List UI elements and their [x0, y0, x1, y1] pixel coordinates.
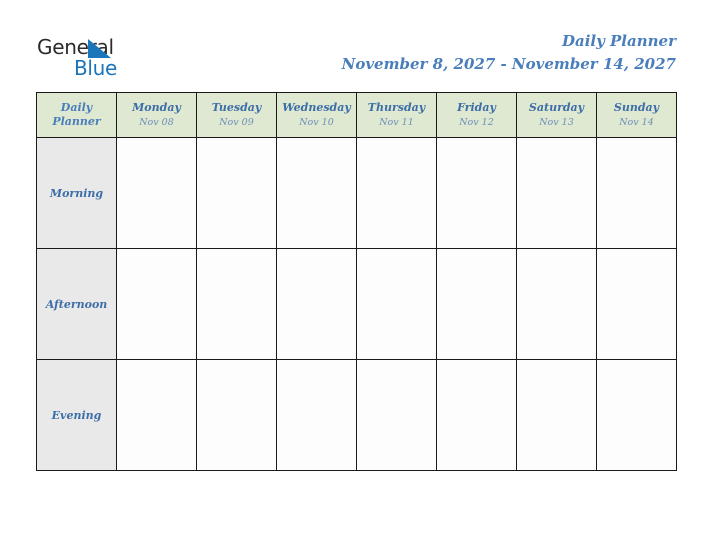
- planner-cell-morning-monday[interactable]: [116, 137, 197, 249]
- planner-cell-morning-thursday[interactable]: [356, 137, 437, 249]
- day-date-label: Nov 14: [619, 116, 654, 128]
- day-header-monday: Monday Nov 08: [116, 92, 197, 138]
- slot-label-text: Morning: [49, 187, 104, 200]
- table-header-row: Daily Planner Monday Nov 08 Tuesday Nov …: [36, 92, 677, 138]
- day-header-saturday: Saturday Nov 13: [516, 92, 597, 138]
- slot-label-afternoon: Afternoon: [36, 248, 117, 360]
- planner-cell-evening-thursday[interactable]: [356, 359, 437, 471]
- day-date-label: Nov 12: [459, 116, 494, 128]
- day-name-label: Tuesday: [211, 100, 262, 114]
- planner-cell-evening-wednesday[interactable]: [276, 359, 357, 471]
- slot-label-text: Afternoon: [45, 298, 108, 311]
- slot-label-evening: Evening: [36, 359, 117, 471]
- brand-name-blue: Blue: [74, 56, 118, 80]
- table-row-afternoon: Afternoon: [36, 248, 677, 360]
- table-corner-cell: Daily Planner: [36, 92, 117, 138]
- planner-cell-morning-friday[interactable]: [436, 137, 517, 249]
- planner-cell-afternoon-sunday[interactable]: [596, 248, 677, 360]
- day-date-label: Nov 13: [539, 116, 574, 128]
- page-title: Daily Planner: [561, 32, 676, 50]
- corner-label-line1: Daily: [60, 101, 93, 114]
- planner-cell-evening-sunday[interactable]: [596, 359, 677, 471]
- planner-cell-afternoon-tuesday[interactable]: [196, 248, 277, 360]
- day-header-tuesday: Tuesday Nov 09: [196, 92, 277, 138]
- day-name-label: Thursday: [367, 100, 426, 114]
- day-date-label: Nov 11: [379, 116, 414, 128]
- page-header: General Blue Daily Planner November 8, 2…: [0, 0, 712, 88]
- planner-cell-morning-tuesday[interactable]: [196, 137, 277, 249]
- slot-label-text: Evening: [51, 409, 102, 422]
- day-header-thursday: Thursday Nov 11: [356, 92, 437, 138]
- day-name-label: Wednesday: [282, 100, 351, 114]
- planner-cell-morning-sunday[interactable]: [596, 137, 677, 249]
- planner-cell-afternoon-friday[interactable]: [436, 248, 517, 360]
- brand-logo[interactable]: General Blue: [37, 36, 167, 82]
- daily-planner-table: Daily Planner Monday Nov 08 Tuesday Nov …: [36, 92, 677, 471]
- day-header-friday: Friday Nov 12: [436, 92, 517, 138]
- planner-cell-afternoon-wednesday[interactable]: [276, 248, 357, 360]
- day-header-wednesday: Wednesday Nov 10: [276, 92, 357, 138]
- planner-cell-evening-friday[interactable]: [436, 359, 517, 471]
- planner-cell-morning-saturday[interactable]: [516, 137, 597, 249]
- day-name-label: Saturday: [528, 100, 585, 114]
- planner-cell-morning-wednesday[interactable]: [276, 137, 357, 249]
- day-date-label: Nov 08: [139, 116, 174, 128]
- planner-cell-evening-tuesday[interactable]: [196, 359, 277, 471]
- slot-label-morning: Morning: [36, 137, 117, 249]
- planner-cell-afternoon-saturday[interactable]: [516, 248, 597, 360]
- date-range-label: November 8, 2027 - November 14, 2027: [341, 55, 676, 73]
- day-date-label: Nov 09: [219, 116, 254, 128]
- day-header-sunday: Sunday Nov 14: [596, 92, 677, 138]
- planner-cell-afternoon-thursday[interactable]: [356, 248, 437, 360]
- day-name-label: Sunday: [613, 100, 660, 114]
- planner-cell-evening-saturday[interactable]: [516, 359, 597, 471]
- corner-label-line2: Planner: [52, 115, 101, 128]
- day-name-label: Friday: [457, 100, 496, 114]
- planner-cell-evening-monday[interactable]: [116, 359, 197, 471]
- table-row-evening: Evening: [36, 359, 677, 471]
- table-row-morning: Morning: [36, 137, 677, 249]
- title-block: Daily Planner November 8, 2027 - Novembe…: [342, 32, 676, 74]
- planner-cell-afternoon-monday[interactable]: [116, 248, 197, 360]
- day-date-label: Nov 10: [299, 116, 334, 128]
- day-name-label: Monday: [132, 100, 181, 114]
